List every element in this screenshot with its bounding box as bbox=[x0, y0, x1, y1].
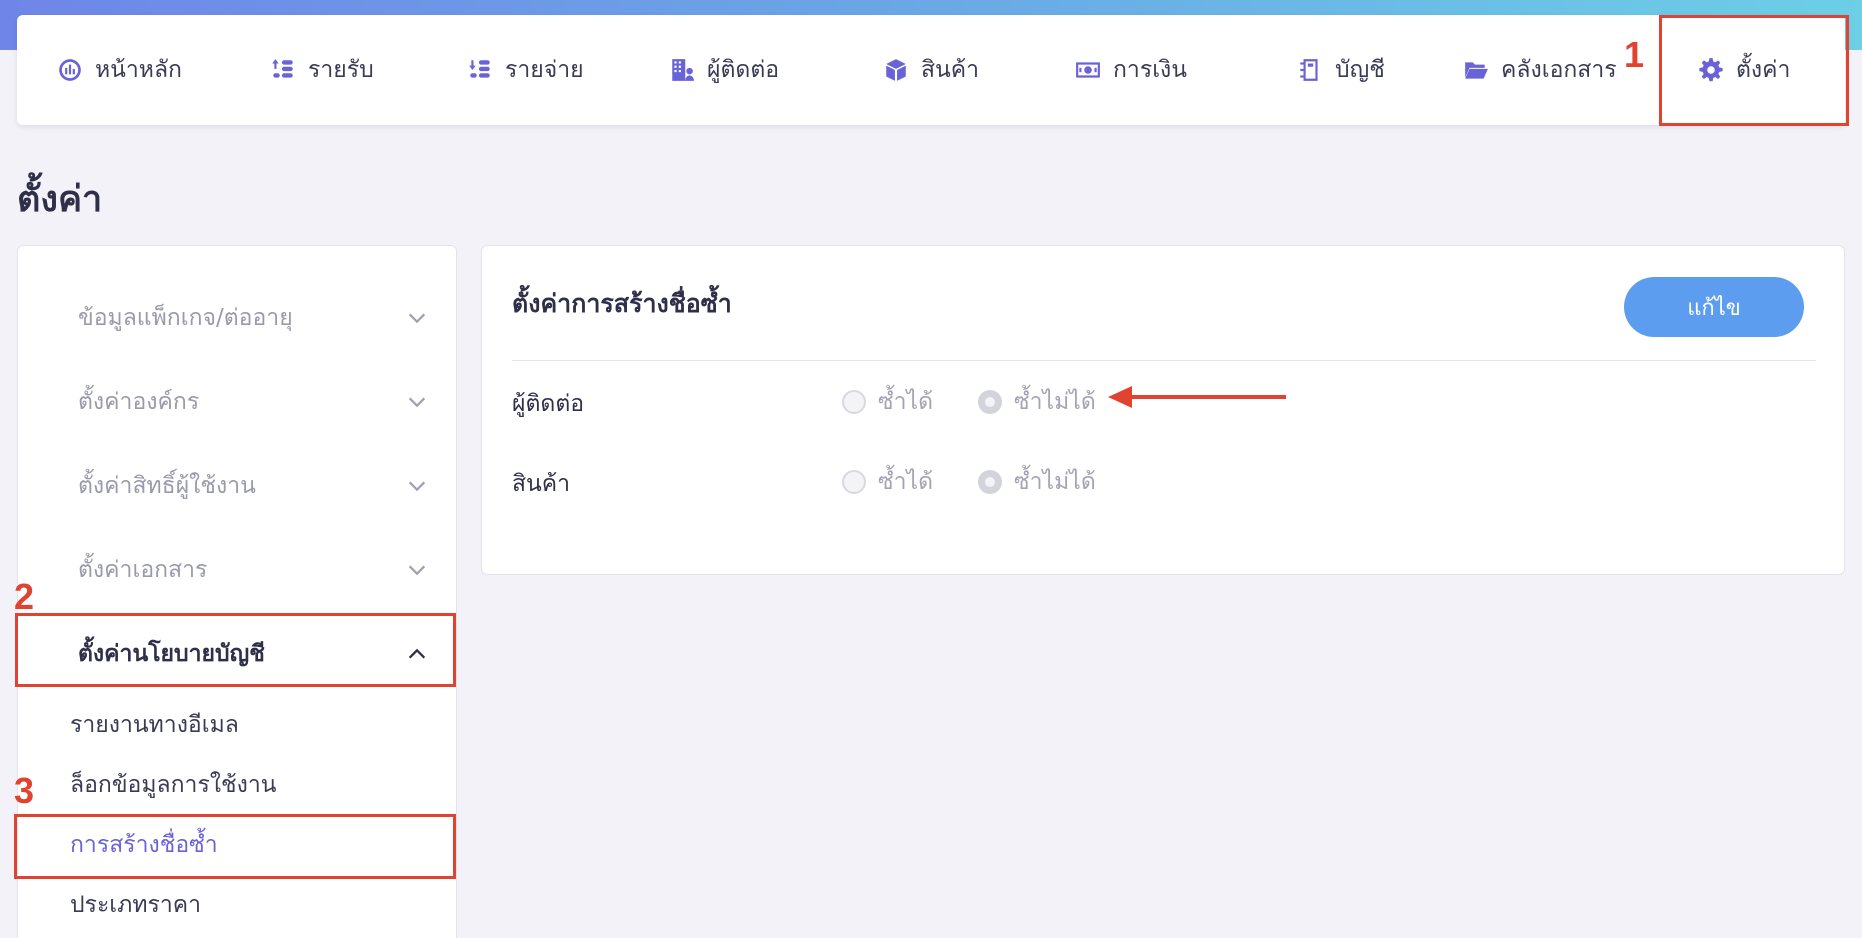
radio-label: ซ้ำได้ bbox=[878, 469, 934, 495]
coins-up-icon bbox=[272, 59, 293, 78]
ledger-icon bbox=[1300, 59, 1318, 81]
chevron-down-icon bbox=[408, 313, 426, 324]
nav-label-expense: รายจ่าย bbox=[505, 57, 584, 83]
sidebar-group-organization[interactable]: ตั้งค่าองค์กร bbox=[18, 360, 458, 444]
sidebar-group-package[interactable]: ข้อมูลแพ็กเกจ/ต่ออายุ bbox=[18, 276, 458, 360]
nav-label-accounting: บัญชี bbox=[1335, 57, 1385, 83]
chevron-down-icon bbox=[408, 565, 426, 576]
nav-label-documents: คลังเอกสาร bbox=[1501, 57, 1617, 83]
annotation-box-settings bbox=[1659, 15, 1849, 126]
coins-down-icon bbox=[469, 60, 490, 78]
sidebar-group-label: ข้อมูลแพ็กเกจ/ต่ออายุ bbox=[78, 305, 293, 331]
radio-circle-selected[interactable] bbox=[978, 470, 1002, 494]
annotation-marker-3: 3 bbox=[14, 770, 35, 811]
annotation-marker-2: 2 bbox=[14, 576, 35, 617]
radio-products-allow[interactable]: ซ้ำได้ bbox=[842, 464, 933, 500]
annotation-box-duplicate-names bbox=[14, 814, 456, 879]
radio-label: ซ้ำได้ bbox=[878, 389, 934, 415]
row-label-products: สินค้า bbox=[512, 471, 571, 497]
radio-circle-selected[interactable] bbox=[978, 390, 1002, 414]
radio-circle[interactable] bbox=[842, 470, 866, 494]
nav-label-contacts: ผู้ติดต่อ bbox=[707, 57, 780, 83]
sidebar-group-label: ตั้งค่าองค์กร bbox=[78, 389, 200, 415]
chevron-down-icon bbox=[408, 397, 426, 408]
sidebar-item-email-report[interactable]: รายงานทางอีเมล bbox=[70, 705, 239, 745]
radio-contacts-allow[interactable]: ซ้ำได้ bbox=[842, 384, 933, 420]
folder-icon bbox=[1465, 62, 1488, 79]
box-icon bbox=[886, 59, 906, 81]
radio-products-deny[interactable]: ซ้ำไม่ได้ bbox=[978, 464, 1096, 500]
nav-item-home[interactable]: หน้าหลัก bbox=[57, 15, 182, 125]
nav-item-finance[interactable]: การเงิน bbox=[1075, 15, 1187, 125]
sidebar-group-permissions[interactable]: ตั้งค่าสิทธิ์ผู้ใช้งาน bbox=[18, 444, 458, 528]
page-title: ตั้งค่า bbox=[17, 179, 103, 220]
nav-label-products: สินค้า bbox=[921, 57, 980, 83]
nav-item-contacts[interactable]: ผู้ติดต่อ bbox=[669, 15, 779, 125]
nav-label-finance: การเงิน bbox=[1113, 57, 1188, 83]
sidebar-group-label: ตั้งค่าสิทธิ์ผู้ใช้งาน bbox=[78, 473, 256, 499]
panel-divider bbox=[512, 360, 1816, 361]
nav-label-home: หน้าหลัก bbox=[95, 57, 182, 83]
chevron-down-icon bbox=[408, 481, 426, 492]
money-icon bbox=[1076, 62, 1100, 78]
annotation-marker-1: 1 bbox=[1624, 34, 1645, 75]
row-label-contacts: ผู้ติดต่อ bbox=[512, 391, 585, 417]
edit-button[interactable]: แก้ไข bbox=[1624, 277, 1804, 337]
sidebar-item-usage-log[interactable]: ล็อกข้อมูลการใช้งาน bbox=[70, 765, 277, 805]
nav-label-income: รายรับ bbox=[308, 57, 374, 83]
sidebar-group-documents[interactable]: ตั้งค่าเอกสาร bbox=[18, 528, 458, 612]
nav-item-expense[interactable]: รายจ่าย bbox=[467, 15, 584, 125]
nav-item-accounting[interactable]: บัญชี bbox=[1297, 15, 1385, 125]
main-navbar: หน้าหลัก รายรับ รายจ่าย ผู้ติดต่อ สินค้า… bbox=[17, 15, 1845, 125]
contacts-building-icon bbox=[672, 59, 694, 81]
radio-circle[interactable] bbox=[842, 390, 866, 414]
radio-label: ซ้ำไม่ได้ bbox=[1014, 389, 1096, 415]
nav-item-income[interactable]: รายรับ bbox=[270, 15, 374, 125]
radio-label: ซ้ำไม่ได้ bbox=[1014, 469, 1096, 495]
sidebar-group-label: ตั้งค่าเอกสาร bbox=[78, 557, 208, 583]
annotation-arrow-icon bbox=[1108, 386, 1286, 408]
nav-item-documents[interactable]: คลังเอกสาร bbox=[1463, 15, 1617, 125]
annotation-box-accounting-policy bbox=[15, 613, 456, 687]
sidebar-item-price-types[interactable]: ประเภทราคา bbox=[70, 885, 201, 925]
panel-title: ตั้งค่าการสร้างชื่อซ้ำ bbox=[512, 289, 732, 318]
radio-contacts-deny[interactable]: ซ้ำไม่ได้ bbox=[978, 384, 1096, 420]
nav-item-products[interactable]: สินค้า bbox=[883, 15, 979, 125]
dashboard-icon bbox=[59, 59, 81, 81]
